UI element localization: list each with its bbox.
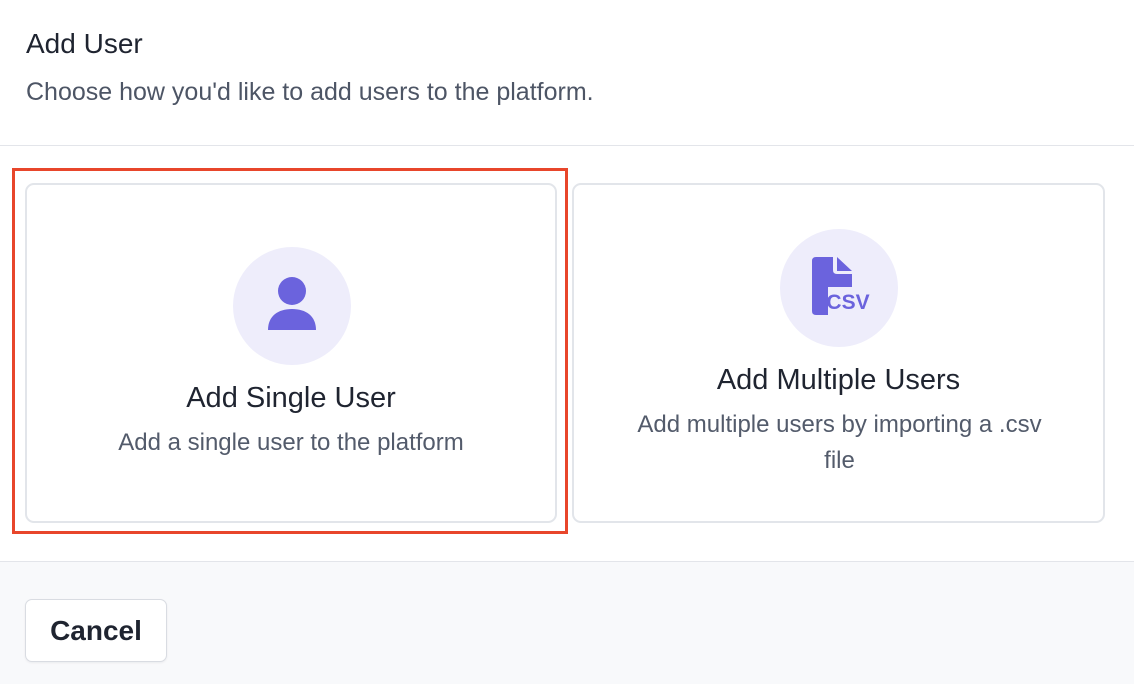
- option-title: Add Multiple Users: [716, 364, 961, 396]
- csv-file-icon: CSV: [812, 257, 870, 315]
- multiple-users-icon-circle: CSV: [780, 229, 898, 347]
- dialog-title: Add User: [26, 28, 143, 59]
- add-user-dialog: Add User Choose how you'd like to add us…: [0, 0, 1134, 684]
- option-description: Add multiple users by importing a .csv f…: [637, 411, 1042, 474]
- cancel-button[interactable]: Cancel: [25, 599, 167, 662]
- dialog-subtitle: Choose how you'd like to add users to th…: [26, 78, 594, 106]
- dialog-header: Add User Choose how you'd like to add us…: [0, 0, 1134, 146]
- dialog-footer: Cancel: [0, 561, 1134, 684]
- options-container: Add Single User Add a single user to the…: [0, 147, 1134, 561]
- selection-highlight: [12, 168, 568, 534]
- csv-icon-text: CSV: [826, 291, 869, 314]
- add-multiple-users-option[interactable]: CSV Add Multiple Users Add multiple user…: [572, 183, 1105, 523]
